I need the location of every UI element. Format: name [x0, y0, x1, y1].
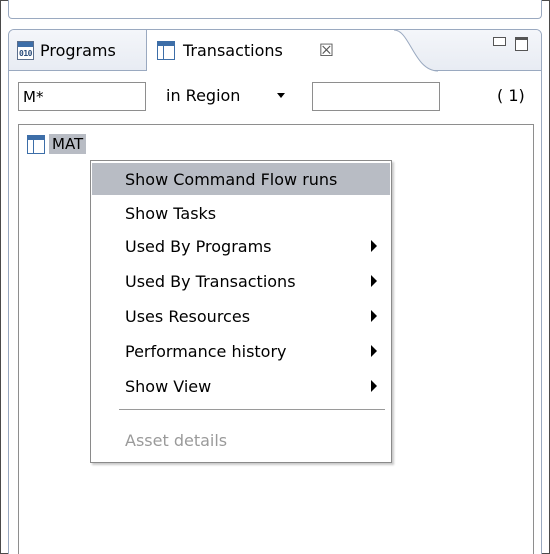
submenu-arrow-icon [371, 345, 377, 357]
minimize-icon[interactable] [493, 37, 506, 46]
tab-edge-curve [392, 30, 438, 72]
maximize-icon[interactable] [515, 37, 528, 51]
filter-toolbar: in Region ( 1) [9, 72, 541, 122]
tab-transactions-label: Transactions [183, 41, 283, 60]
menu-item-used-by-transactions[interactable]: Used By Transactions [92, 265, 390, 297]
tab-transactions[interactable]: Transactions ☒ [147, 30, 392, 72]
menu-item-uses-resources[interactable]: Uses Resources [92, 300, 390, 332]
transaction-table-icon [27, 134, 45, 154]
context-menu: Show Command Flow runs Show Tasks Used B… [90, 160, 392, 463]
region-input[interactable] [312, 82, 440, 111]
menu-item-show-command-flow-runs[interactable]: Show Command Flow runs [92, 163, 390, 195]
result-count: ( 1) [497, 86, 525, 105]
submenu-arrow-icon [371, 380, 377, 392]
menu-item-show-tasks[interactable]: Show Tasks [92, 197, 390, 229]
menu-item-show-view[interactable]: Show View [92, 370, 390, 402]
menu-item-asset-details: Asset details [125, 430, 228, 450]
dropdown-arrow-icon[interactable] [277, 93, 285, 98]
transaction-table-icon [157, 41, 175, 60]
tree-item[interactable]: MAT [27, 133, 87, 155]
menu-separator [119, 409, 385, 411]
binary-program-icon: 010 [17, 41, 34, 60]
close-tab-icon[interactable]: ☒ [319, 41, 334, 61]
submenu-arrow-icon [371, 240, 377, 252]
submenu-arrow-icon [371, 310, 377, 322]
submenu-arrow-icon [371, 275, 377, 287]
name-filter-input[interactable] [18, 82, 146, 111]
region-dropdown-label[interactable]: in Region [166, 86, 240, 105]
menu-item-used-by-programs[interactable]: Used By Programs [92, 230, 390, 262]
upper-view-panel [8, 0, 542, 19]
menu-item-performance-history[interactable]: Performance history [92, 335, 390, 367]
tab-programs[interactable]: 010 Programs [9, 30, 147, 71]
tree-item-label[interactable]: MAT [49, 134, 87, 154]
tab-programs-label: Programs [40, 41, 116, 60]
tab-strip: 010 Programs Transactions ☒ [9, 30, 541, 72]
